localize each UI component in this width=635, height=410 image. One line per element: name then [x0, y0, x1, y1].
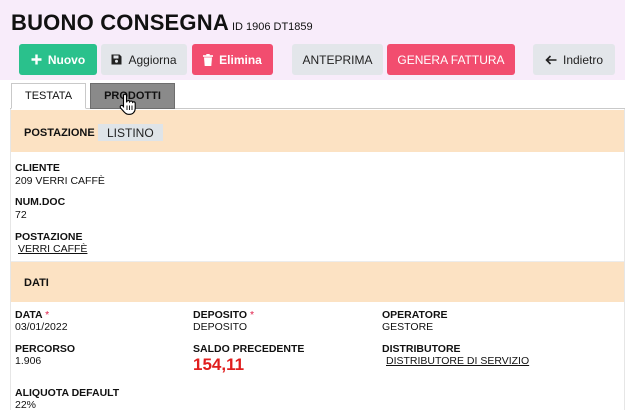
trash-icon [203, 53, 214, 66]
operatore-value: GESTORE [382, 321, 434, 333]
tab-testata[interactable]: TESTATA [11, 83, 86, 109]
postazione-link[interactable]: VERRI CAFFÈ [18, 243, 87, 255]
document-id: ID 1906 DT1859 [231, 21, 313, 33]
cliente-label: CLIENTE [15, 162, 60, 174]
operatore-label: OPERATORE [382, 309, 448, 321]
form-panel [10, 109, 625, 410]
anteprima-label: ANTEPRIMA [302, 52, 373, 67]
saldo-precedente-label: SALDO PRECEDENTE [193, 343, 305, 355]
dati-section-title: DATI [24, 277, 49, 289]
deposito-label: DEPOSITO * [193, 309, 254, 321]
postazione-label: POSTAZIONE [15, 231, 83, 243]
elimina-label: Elimina [219, 52, 262, 67]
indietro-button[interactable]: Indietro [533, 44, 615, 75]
percorso-label: PERCORSO [15, 343, 76, 355]
tab-testata-label: TESTATA [24, 90, 73, 102]
distributore-link[interactable]: DISTRIBUTORE DI SERVIZIO [386, 355, 529, 367]
distributore-label: DISTRIBUTORE [382, 343, 461, 355]
aggiorna-button[interactable]: Aggiorna [101, 44, 187, 75]
dati-section-header [11, 262, 624, 302]
numdoc-value: 72 [15, 209, 27, 221]
deposito-label-text: DEPOSITO [193, 309, 248, 321]
postazione-section-title: POSTAZIONE [24, 127, 95, 139]
page-title-text: BUONO CONSEGNA [11, 10, 229, 35]
required-asterisk: * [250, 309, 255, 321]
saldo-precedente-value: 154,11 [193, 355, 245, 374]
aliquota-default-label: ALIQUOTA DEFAULT [15, 387, 120, 399]
data-label: DATA * [15, 309, 49, 321]
nuovo-label: Nuovo [47, 52, 86, 67]
required-asterisk: * [45, 309, 50, 321]
plus-icon [31, 54, 42, 65]
percorso-value: 1.906 [15, 355, 42, 367]
listino-chip-label: LISTINO [107, 125, 154, 140]
numdoc-label: NUM.DOC [15, 196, 66, 208]
data-value: 03/01/2022 [15, 321, 68, 333]
anteprima-button[interactable]: ANTEPRIMA [292, 44, 383, 75]
hand-pointer-icon [119, 93, 137, 120]
genera-fattura-label: GENERA FATTURA [397, 52, 505, 67]
arrow-left-icon [545, 54, 557, 65]
indietro-label: Indietro [562, 52, 604, 67]
cliente-value: 209 VERRI CAFFÈ [15, 175, 105, 187]
data-label-text: DATA [15, 309, 43, 321]
nuovo-button[interactable]: Nuovo [19, 44, 97, 75]
deposito-value: DEPOSITO [193, 321, 248, 333]
page-title: BUONO CONSEGNA ID 1906 DT1859 [11, 10, 313, 36]
listino-chip[interactable]: LISTINO [98, 124, 163, 141]
aliquota-default-value: 22% [15, 399, 37, 410]
save-icon [111, 54, 122, 65]
aggiorna-label: Aggiorna [128, 52, 177, 67]
elimina-button[interactable]: Elimina [192, 44, 273, 75]
genera-fattura-button[interactable]: GENERA FATTURA [387, 44, 515, 75]
